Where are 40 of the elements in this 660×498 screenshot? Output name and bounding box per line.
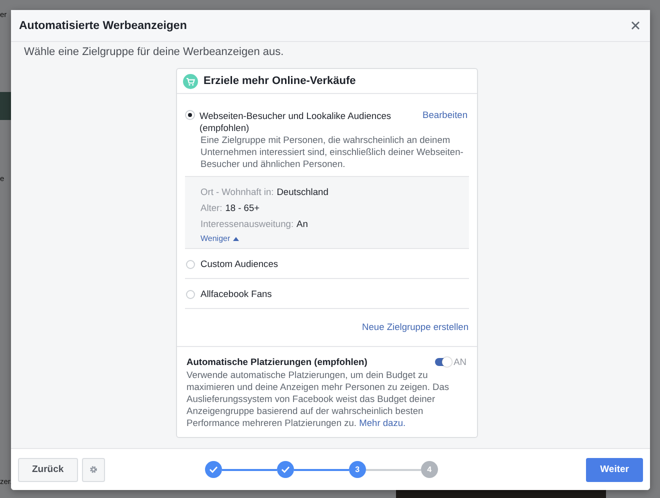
less-link[interactable]: Weniger	[200, 234, 240, 243]
edit-link[interactable]: Bearbeiten	[422, 110, 468, 120]
dialog-subtitle: Wähle eine Zielgruppe für deine Werbeanzeigen aus.	[24, 46, 284, 58]
close-icon	[631, 21, 640, 30]
dialog-title: Automatisierte Werbeanzeigen	[19, 20, 187, 32]
radio-button[interactable]	[186, 260, 194, 268]
check-icon	[280, 466, 290, 473]
audience-option[interactable]: Custom Audiences	[200, 258, 468, 270]
check-icon	[208, 466, 218, 473]
next-button[interactable]: Weiter	[586, 458, 643, 482]
cart-icon	[182, 74, 198, 88]
background-banner	[0, 92, 11, 120]
audience-option[interactable]: Allfacebook Fans	[200, 288, 468, 300]
toggle-label: AN	[454, 357, 466, 367]
radio-button[interactable]	[186, 290, 194, 298]
close-button[interactable]	[629, 19, 642, 32]
step-indicator[interactable]	[204, 461, 222, 478]
detail-label: Alter:	[200, 203, 222, 213]
step-indicator[interactable]	[276, 461, 294, 478]
create-audience-link[interactable]: Neue Zielgruppe erstellen	[362, 322, 468, 332]
audience-option[interactable]: Webseiten-Besucher und Lookalike Audiences (empfohlen)	[200, 110, 417, 134]
detail-value: Deutschland	[276, 187, 328, 197]
placements-description: Verwende automatische Platzierungen, um dein Budget zu maximieren und deine Anzeigen mehr Personen zu zeigen. Das Auslieferungssystem von Facebook weist das Budget deiner Anzeigengruppe basierend auf der wahrscheinlich besten Performance mehreren Platzierungen zu. Mehr dazu.	[186, 369, 450, 429]
detail-value: 18 - 65+	[225, 203, 260, 213]
step-connector	[294, 468, 349, 470]
step-connector	[222, 468, 277, 470]
detail-value: An	[296, 219, 308, 229]
audience-description: Eine Zielgruppe mit Personen, die wahrscheinlich an deinem Unternehmen interessiert sind, einschließlich deiner Webseiten-Besucher und ähnlichen Personen.	[200, 134, 464, 171]
card-title: Erziele mehr Online-Verkäufe	[204, 75, 356, 87]
placements-title: Automatische Platzierungen (empfohlen)	[186, 357, 368, 367]
settings-icon	[88, 465, 98, 474]
detail-label: Interessenausweitung:	[200, 219, 294, 229]
caret-up-icon	[233, 236, 240, 240]
step-indicator[interactable]: 3	[348, 461, 366, 478]
toggle-switch[interactable]	[434, 358, 450, 366]
detail-label: Ort - Wohnhaft in:	[200, 187, 274, 197]
settings-button[interactable]	[82, 458, 105, 482]
step-connector	[366, 468, 421, 470]
back-button[interactable]: Zurück	[18, 458, 78, 482]
more-link[interactable]: Mehr dazu.	[359, 418, 406, 428]
